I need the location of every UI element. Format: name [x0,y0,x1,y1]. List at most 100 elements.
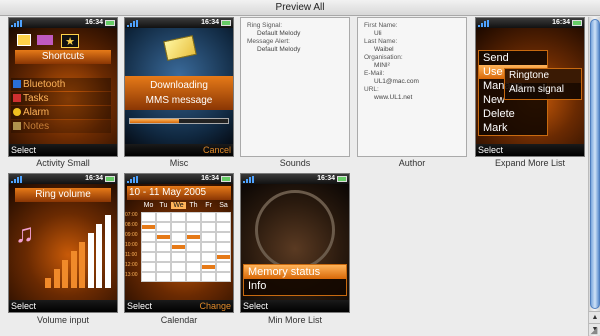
calendar-cell[interactable] [216,222,231,232]
window-titlebar: Preview All [0,0,600,16]
status-bar: 16:34 [476,18,584,28]
calendar-event[interactable] [142,225,155,229]
menu-item-info[interactable]: Info [244,279,346,293]
calendar-cell[interactable] [186,212,201,222]
star-icon: ★ [61,34,79,48]
thumbnail-activity-small[interactable]: 16:34 ★ Shortcuts Bluetooth Tasks Alarm [8,17,118,157]
menu-item-memory-status[interactable]: Memory status [244,265,346,279]
softkey-left[interactable]: Select [478,144,503,156]
list-item-alarm[interactable]: Alarm [11,106,111,119]
calendar-cell[interactable] [156,272,171,282]
volume-bar [45,278,51,288]
calendar-cell[interactable] [171,262,186,272]
vertical-scrollbar[interactable]: ▲ ▼ [588,17,600,336]
phone-screen: 10 - 11 May 2005 Mo Tu We Th Fr Sa 07:00 08:00… [125,184,233,302]
calendar-cell[interactable] [216,242,231,252]
calendar-cell[interactable] [186,242,201,252]
calendar-day-label: We [171,202,186,209]
phone-screen: ★ Shortcuts Bluetooth Tasks Alarm Notes [9,28,117,146]
calendar-day-label: Tu [159,202,168,209]
calendar-event[interactable] [202,265,215,269]
field-value: Uli [374,30,382,37]
scrollbar-thumb[interactable] [590,19,600,309]
calendar-hour-label: 13:00 [125,272,138,278]
calendar-cell[interactable] [201,252,216,262]
calendar-cell[interactable] [216,232,231,242]
calendar-cell[interactable] [141,232,156,242]
signal-icon [11,176,23,183]
softkey-right[interactable]: Cancel [203,144,231,156]
calendar-cell[interactable] [171,252,186,262]
calendar-event[interactable] [187,235,200,239]
field-value: MINI² [374,62,390,69]
shortcuts-title: Shortcuts [15,50,111,64]
field-label: URL: [364,86,379,93]
window-title: Preview All [275,2,325,13]
thumbnail-volume-input[interactable]: 16:34 Ring volume ♫ Select [8,173,118,313]
calendar-grid[interactable] [141,212,231,282]
calendar-cell[interactable] [171,222,186,232]
calendar-cell[interactable] [156,242,171,252]
calendar-event[interactable] [157,235,170,239]
menu-item-delete[interactable]: Delete [479,107,547,121]
calendar-cell[interactable] [216,262,231,272]
list-item-notes[interactable]: Notes [11,120,111,133]
submenu-item-alarm-signal[interactable]: Alarm signal [505,83,581,97]
field-value: Waibel [374,46,394,53]
calendar-cell[interactable] [201,212,216,222]
list-item-tasks[interactable]: Tasks [11,92,111,105]
calendar-cell[interactable] [141,252,156,262]
calendar-cell[interactable] [201,242,216,252]
calendar-cell[interactable] [186,272,201,282]
softkey-left[interactable]: Select [11,300,36,312]
softkey-left[interactable]: Select [127,300,152,312]
calendar-cell[interactable] [171,212,186,222]
calendar-cell[interactable] [216,212,231,222]
calendar-cell[interactable] [156,262,171,272]
calendar-cell[interactable] [201,232,216,242]
thumbnail-min-more-list[interactable]: 16:34 Memory status Info Select [240,173,350,313]
calendar-cell[interactable] [156,222,171,232]
calendar-cell[interactable] [216,272,231,282]
volume-slider[interactable] [45,208,113,288]
scroll-up-icon[interactable]: ▲ [589,311,600,323]
field-value: www.UL1.net [374,94,413,101]
volume-title: Ring volume [15,188,111,202]
calendar-cell[interactable] [156,212,171,222]
calendar-cell[interactable] [141,212,156,222]
calendar-event[interactable] [217,255,230,259]
menu-item-mark[interactable]: Mark [479,121,547,135]
menu-item-send[interactable]: Send [479,51,547,65]
calendar-cell[interactable] [186,262,201,272]
thumbnail-sounds[interactable]: Ring Signal: Default Melody Message Alert:… [240,17,350,157]
calendar-cell[interactable] [171,272,186,282]
signal-icon [478,20,490,27]
calendar-hour-label: 12:00 [125,262,138,268]
volume-bar [96,224,102,288]
softkey-left[interactable]: Select [243,300,268,312]
softkey-right[interactable]: Change [199,300,231,312]
thumbnail-calendar[interactable]: 16:34 10 - 11 May 2005 Mo Tu We Th Fr Sa 07:0… [124,173,234,313]
battery-icon [105,20,115,26]
calendar-cell[interactable] [156,252,171,262]
clock: 16:34 [201,175,219,182]
thumbnail-expand-more-list[interactable]: 16:34 Send Use as Manage New Delete Mark… [475,17,585,157]
calendar-cell[interactable] [186,252,201,262]
notes-icon [13,122,21,130]
calendar-cell[interactable] [201,272,216,282]
calendar-cell[interactable] [201,222,216,232]
calendar-cell[interactable] [141,272,156,282]
calendar-cell[interactable] [171,232,186,242]
softkey-left[interactable]: Select [11,144,36,156]
softkey-bar: Select [241,300,349,312]
calendar-cell[interactable] [141,262,156,272]
resize-grip-icon[interactable]: ◢ [588,324,600,336]
calendar-event[interactable] [172,245,185,249]
calendar-cell[interactable] [141,242,156,252]
thumbnail-author[interactable]: First Name: Uli Last Name: Waibel Organisati… [357,17,467,157]
clock: 16:34 [85,19,103,26]
thumbnail-misc[interactable]: 16:34 Downloading MMS message Cancel [124,17,234,157]
calendar-cell[interactable] [186,222,201,232]
submenu-item-ringtone[interactable]: Ringtone [505,69,581,83]
list-item-bluetooth[interactable]: Bluetooth [11,78,111,91]
